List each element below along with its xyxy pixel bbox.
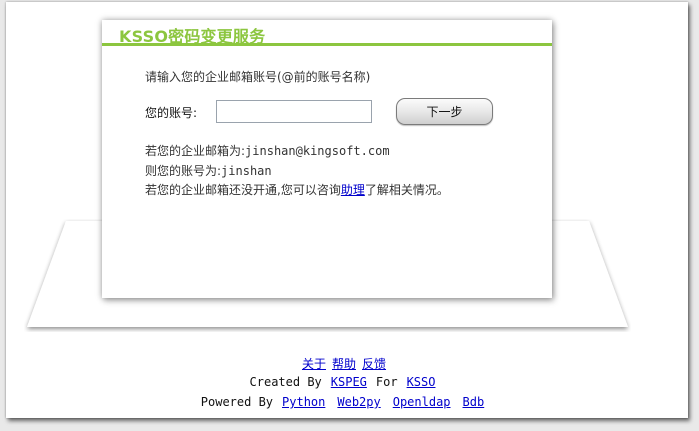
bdb-link[interactable]: Bdb bbox=[463, 395, 485, 409]
assistant-help-after: 了解相关情况。 bbox=[364, 183, 449, 197]
password-change-card: KSSO密码变更服务 请输入您的企业邮箱账号(@前的账号名称) 您的账号: 下一… bbox=[102, 20, 552, 298]
web2py-link[interactable]: Web2py bbox=[337, 395, 380, 409]
footer-powered-by: Powered By Python Web2py Openldap Bdb bbox=[4, 395, 684, 409]
footer-links: 关于 帮助 反馈 bbox=[4, 355, 684, 372]
email-example-value: jinshan@kingsoft.com bbox=[245, 144, 390, 158]
account-example-value: jinshan bbox=[221, 164, 272, 178]
email-example-line: 若您的企业邮箱为:jinshan@kingsoft.com bbox=[145, 142, 390, 159]
python-link[interactable]: Python bbox=[282, 395, 325, 409]
title-divider bbox=[102, 43, 552, 46]
help-link[interactable]: 帮助 bbox=[332, 357, 356, 371]
assistant-help-line: 若您的企业邮箱还没开通,您可以咨询助理了解相关情况。 bbox=[145, 181, 449, 198]
footer-created-by: Created By KSPEG For KSSO bbox=[4, 375, 684, 389]
email-example-prefix: 若您的企业邮箱为: bbox=[145, 144, 246, 158]
for-label: For bbox=[375, 375, 398, 389]
account-input[interactable] bbox=[216, 100, 372, 123]
assistant-link[interactable]: 助理 bbox=[341, 183, 365, 197]
account-label: 您的账号: bbox=[145, 106, 198, 120]
feedback-link[interactable]: 反馈 bbox=[362, 357, 386, 371]
next-step-button[interactable]: 下一步 bbox=[396, 98, 493, 125]
account-prompt: 请输入您的企业邮箱账号(@前的账号名称) bbox=[145, 70, 371, 84]
account-example-prefix: 则您的账号为: bbox=[145, 164, 222, 178]
kspeg-link[interactable]: KSPEG bbox=[331, 375, 367, 389]
openldap-link[interactable]: Openldap bbox=[393, 395, 451, 409]
powered-by-label: Powered By bbox=[200, 395, 274, 409]
created-by-label: Created By bbox=[249, 375, 322, 389]
ksso-link[interactable]: KSSO bbox=[407, 375, 436, 389]
account-example-line: 则您的账号为:jinshan bbox=[145, 162, 272, 179]
assistant-help-before: 若您的企业邮箱还没开通,您可以咨询 bbox=[145, 183, 341, 197]
about-link[interactable]: 关于 bbox=[302, 357, 326, 371]
